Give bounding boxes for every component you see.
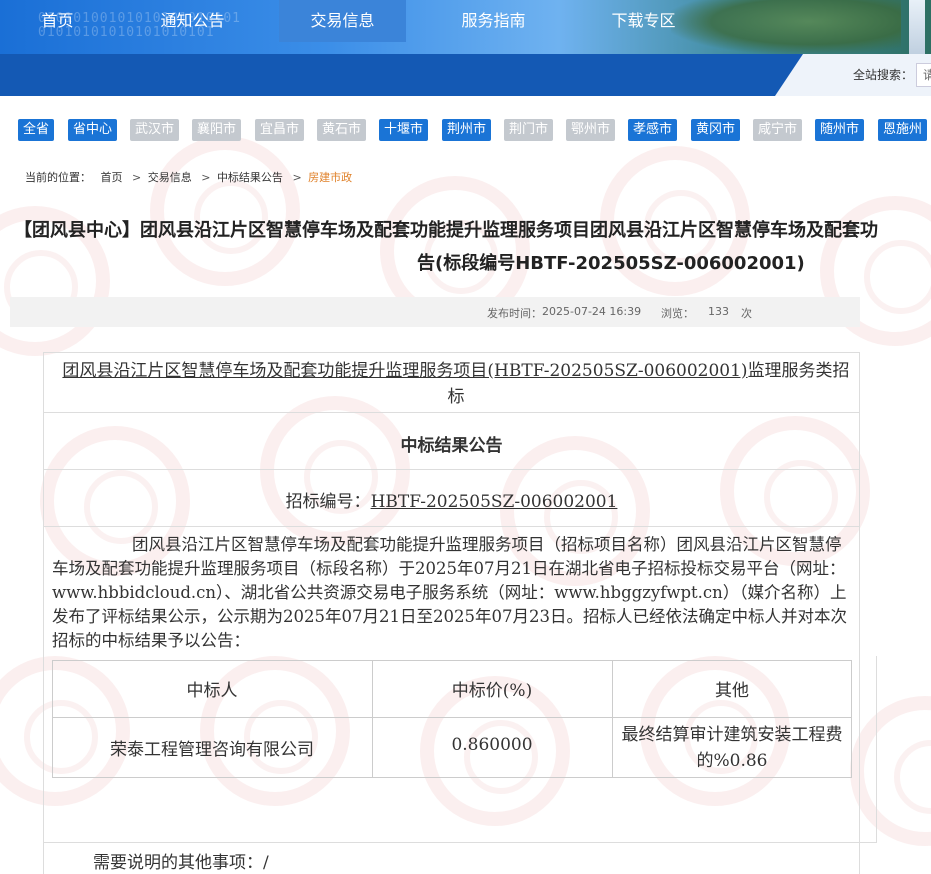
table-cell-winner: 荣泰工程管理咨询有限公司 xyxy=(110,740,314,760)
notice-paragraph: 团风县沿江片区智慧停车场及配套功能提升监理服务项目（招标项目名称）团风县沿江片区… xyxy=(52,535,847,650)
city-tab-jingzhou[interactable]: 荆州市 xyxy=(442,119,492,141)
views-unit: 次 xyxy=(741,307,752,320)
city-tab-huanggang[interactable]: 黄冈市 xyxy=(691,119,741,141)
banner-tower xyxy=(909,0,925,54)
views-count: 133 xyxy=(708,305,729,318)
city-tab-yichang[interactable]: 宜昌市 xyxy=(255,119,305,141)
other-notes: 需要说明的其他事项：/ xyxy=(93,853,269,873)
table-cell-other: 最终结算审计建筑安装工程费的%0.86 xyxy=(621,725,843,771)
nav-home[interactable]: 首页 xyxy=(0,0,115,42)
breadcrumb-sep-icon: > xyxy=(292,171,302,184)
breadcrumb-sep-icon: > xyxy=(201,171,211,184)
notice-heading: 中标结果公告 xyxy=(400,436,503,456)
city-tab-all[interactable]: 全省 xyxy=(18,119,55,141)
page-title-line2: 告(标段编号HBTF-202505SZ-006002001) xyxy=(417,253,805,274)
table-row-divider xyxy=(52,717,852,718)
city-tab-ezhou[interactable]: 鄂州市 xyxy=(566,119,616,141)
nav-notices[interactable]: 通知公告 xyxy=(135,0,250,42)
project-name: 团风县沿江片区智慧停车场及配套功能提升监理服务项目(HBTF-202505SZ-… xyxy=(56,358,856,410)
meta-bar xyxy=(10,297,860,327)
table-cell-price: 0.860000 xyxy=(451,735,533,755)
breadcrumb-trade-info[interactable]: 交易信息 xyxy=(148,171,192,184)
publish-label: 发布时间： xyxy=(487,307,542,320)
breadcrumb-result-notice[interactable]: 中标结果公告 xyxy=(217,171,283,184)
breadcrumb: 当前的位置： 首页 > 交易信息 > 中标结果公告 > 房建市政 xyxy=(25,169,358,185)
breadcrumb-prefix: 当前的位置： xyxy=(25,171,91,184)
city-tab-huangshi[interactable]: 黄石市 xyxy=(317,119,367,141)
bid-number: 招标编号：HBTF-202505SZ-006002001 xyxy=(43,487,860,512)
city-tab-suizhou[interactable]: 随州市 xyxy=(815,119,865,141)
city-tab-enshi[interactable]: 恩施州 xyxy=(878,119,928,141)
bid-number-value: HBTF-202505SZ-006002001 xyxy=(370,492,618,512)
breadcrumb-current[interactable]: 房建市政 xyxy=(308,171,352,184)
city-tab-province[interactable]: 省中心 xyxy=(68,119,118,141)
city-tab-shiyan[interactable]: 十堰市 xyxy=(379,119,429,141)
frame-line xyxy=(43,842,877,843)
divider xyxy=(43,412,860,413)
banner-landscape xyxy=(671,0,901,54)
views-label: 浏览： xyxy=(661,307,694,320)
nav-downloads[interactable]: 下载专区 xyxy=(586,0,701,42)
search-label: 全站搜索： xyxy=(853,68,914,82)
nav-trade-info[interactable]: 交易信息 xyxy=(279,0,406,42)
bid-number-label: 招标编号： xyxy=(285,492,371,512)
city-tab-xianning[interactable]: 咸宁市 xyxy=(753,119,803,141)
search-input[interactable]: 请 xyxy=(916,63,931,87)
table-header-price: 中标价(%) xyxy=(451,681,533,701)
city-tab-xiangyang[interactable]: 襄阳市 xyxy=(192,119,242,141)
project-name-underlined: 团风县沿江片区智慧停车场及配套功能提升监理服务项目(HBTF-202505SZ-… xyxy=(62,361,748,381)
page-title-line1: 【团风县中心】团风县沿江片区智慧停车场及配套功能提升监理服务项目团风县沿江片区智… xyxy=(14,220,878,241)
city-tab-wuhan[interactable]: 武汉市 xyxy=(130,119,180,141)
publish-time: 2025-07-24 16:39 xyxy=(542,305,642,318)
divider xyxy=(43,526,860,527)
breadcrumb-sep-icon: > xyxy=(132,171,142,184)
breadcrumb-home[interactable]: 首页 xyxy=(101,171,123,184)
table-header-winner: 中标人 xyxy=(186,681,238,701)
frame-line xyxy=(876,656,877,842)
city-tab-jingmen[interactable]: 荆门市 xyxy=(504,119,554,141)
divider xyxy=(43,469,860,470)
nav-service-guide[interactable]: 服务指南 xyxy=(436,0,551,42)
table-header-other: 其他 xyxy=(715,681,749,701)
city-tab-xiaogan[interactable]: 孝感市 xyxy=(628,119,678,141)
